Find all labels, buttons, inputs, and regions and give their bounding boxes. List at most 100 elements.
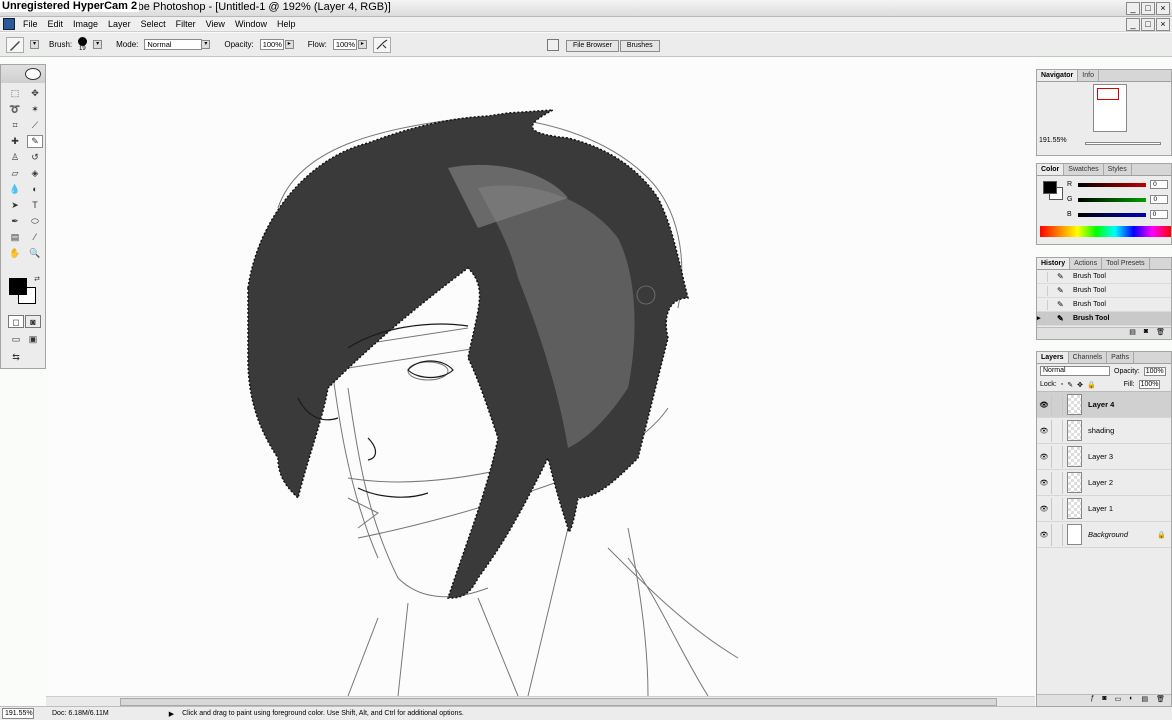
visibility-eye-icon[interactable]: 👁 [1037,505,1051,513]
jump-to-imageready-icon[interactable]: ⇆ [8,351,24,364]
healing-brush-tool-icon[interactable]: ✚ [7,135,23,148]
blue-value[interactable]: 0 [1149,210,1168,219]
menu-filter[interactable]: Filter [171,19,201,29]
visibility-eye-icon[interactable]: 👁 [1037,453,1051,461]
brushes-tab[interactable]: Brushes [619,40,660,52]
menu-window[interactable]: Window [230,19,272,29]
minimize-button[interactable]: _ [1126,2,1140,15]
navigator-zoom-value[interactable]: 191.55% [1039,137,1067,144]
zoom-tool-icon[interactable]: 🔍 [27,247,43,260]
layer-row[interactable]: 👁 Layer 3 [1037,444,1171,470]
menu-file[interactable]: File [18,19,43,29]
swap-colors-icon[interactable]: ⇄ [29,273,45,286]
green-slider[interactable] [1078,197,1147,202]
magic-wand-tool-icon[interactable]: ✶ [27,103,43,116]
opacity-arrow-icon[interactable]: ▸ [284,40,294,49]
airbrush-toggle-icon[interactable] [372,36,391,53]
screen-mode-icon[interactable]: ▭ [8,333,24,346]
green-value[interactable]: 0 [1150,195,1169,204]
flow-input[interactable]: 100% [332,39,357,50]
scrollbar-thumb[interactable] [120,698,997,706]
history-brush-tool-icon[interactable]: ↺ [27,151,43,164]
foreground-color-swatch[interactable] [9,278,27,295]
new-snapshot-icon[interactable]: ◙ [1144,328,1148,339]
eyedropper-tool-icon[interactable]: ⁄ [27,231,43,244]
layer-opacity-input[interactable]: 100% [1143,366,1166,376]
opacity-input[interactable]: 100% [259,39,284,50]
brush-tool-icon[interactable]: ✎ [27,135,43,148]
tab-history[interactable]: History [1037,258,1071,269]
tab-info[interactable]: Info [1078,70,1099,81]
crop-tool-icon[interactable]: ⌗ [7,119,23,132]
visibility-eye-icon[interactable]: 👁 [1037,427,1051,435]
visibility-eye-icon[interactable]: 👁 [1037,531,1051,539]
blue-slider[interactable] [1077,212,1146,217]
layer-brush-link-icon[interactable] [1051,393,1063,416]
horizontal-scrollbar[interactable] [46,696,1035,706]
layer-link-icon[interactable] [1051,419,1063,442]
tab-paths[interactable]: Paths [1107,352,1135,363]
maximize-button[interactable]: □ [1141,2,1155,15]
doc-restore-button[interactable]: □ [1141,17,1155,31]
doc-close-button[interactable]: × [1156,17,1170,31]
blur-tool-icon[interactable]: 💧 [7,183,23,196]
add-layer-style-icon[interactable]: ƒ [1090,695,1094,706]
paint-bucket-tool-icon[interactable]: ◈ [27,167,43,180]
document-canvas[interactable] [48,58,1035,697]
layer-row[interactable]: 👁 shading [1037,418,1171,444]
lock-all-icon[interactable]: 🔒 [1087,381,1096,389]
brush-tool-preset-icon[interactable] [6,36,24,53]
lock-image-icon[interactable]: ✎ [1067,381,1073,389]
new-layer-icon[interactable]: ▤ [1141,695,1148,706]
color-spectrum-ramp[interactable] [1040,226,1171,237]
status-zoom-field[interactable]: 191.55% [2,708,34,719]
history-item[interactable]: ✎ Brush Tool [1037,270,1171,284]
layer-row[interactable]: 👁 Layer 1 [1037,496,1171,522]
brush-preview-icon[interactable] [78,37,88,46]
visibility-eye-icon[interactable]: 👁 [1037,479,1051,487]
add-layer-mask-icon[interactable]: ◙ [1102,695,1106,706]
red-slider[interactable] [1078,182,1147,187]
layer-link-icon[interactable] [1051,471,1063,494]
navigator-view-box[interactable] [1097,88,1119,100]
quick-mask-mode-icon[interactable]: ◙ [25,315,41,328]
pen-tool-icon[interactable]: ✒ [7,215,23,228]
layer-row[interactable]: 👁 Layer 4 [1037,392,1171,418]
menu-select[interactable]: Select [136,19,171,29]
dodge-tool-icon[interactable]: ◐ [27,183,43,196]
blend-mode-select[interactable]: Normal [1040,366,1110,376]
history-item[interactable]: ✎ Brush Tool [1037,284,1171,298]
tab-swatches[interactable]: Swatches [1064,164,1104,175]
slice-tool-icon[interactable]: ⟋ [27,119,43,132]
menu-layer[interactable]: Layer [103,19,136,29]
fill-input[interactable]: 100% [1138,380,1161,389]
history-item[interactable]: ✎ Brush Tool [1037,298,1171,312]
marquee-tool-icon[interactable]: ⬚ [7,87,23,100]
palette-well-toggle-icon[interactable] [547,39,559,51]
layer-row[interactable]: 👁 Layer 2 [1037,470,1171,496]
menu-help[interactable]: Help [272,19,301,29]
navigator-zoom-slider[interactable] [1085,142,1161,145]
eraser-tool-icon[interactable]: ▱ [7,167,23,180]
visibility-eye-icon[interactable]: 👁 [1037,401,1051,409]
doc-minimize-button[interactable]: _ [1126,17,1140,31]
brush-picker-arrow-icon[interactable]: ▾ [93,40,103,49]
lock-position-icon[interactable]: ✥ [1077,381,1083,389]
flow-arrow-icon[interactable]: ▸ [357,40,367,49]
notes-tool-icon[interactable]: ▤ [7,231,23,244]
layer-link-icon[interactable] [1051,497,1063,520]
menu-view[interactable]: View [201,19,230,29]
menu-edit[interactable]: Edit [43,19,69,29]
tab-channels[interactable]: Channels [1069,352,1108,363]
move-tool-icon[interactable]: ✥ [27,87,43,100]
file-browser-tab[interactable]: File Browser [566,40,619,52]
new-document-from-state-icon[interactable]: ▤ [1129,328,1136,339]
type-tool-icon[interactable]: T [27,199,43,212]
history-item-active[interactable]: ▸ ✎ Brush Tool [1037,312,1171,326]
navigator-thumbnail[interactable] [1093,84,1127,132]
panel-foreground-swatch[interactable] [1043,181,1057,194]
mode-dropdown-arrow-icon[interactable]: ▾ [201,40,211,49]
adobe-eye-icon[interactable] [25,68,41,80]
tab-styles[interactable]: Styles [1104,164,1132,175]
path-selection-tool-icon[interactable]: ➤ [7,199,23,212]
